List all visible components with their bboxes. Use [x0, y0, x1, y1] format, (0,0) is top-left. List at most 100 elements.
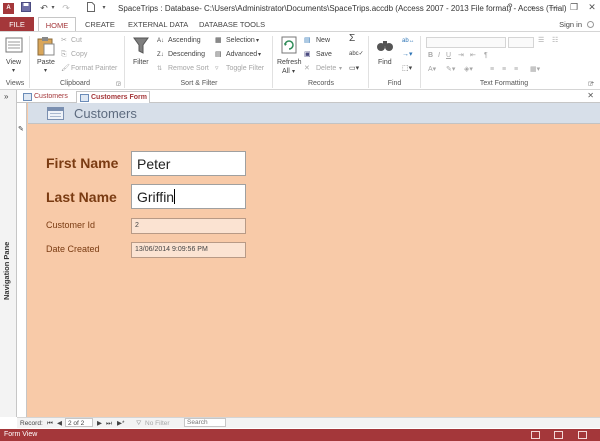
- numbering-icon[interactable]: ☷: [552, 36, 558, 46]
- new-record-icon[interactable]: ▤: [304, 36, 311, 46]
- ltr-icon[interactable]: ¶: [484, 51, 488, 61]
- close-document-icon[interactable]: ✕: [587, 91, 594, 100]
- remove-sort-icon[interactable]: ⇅: [157, 64, 162, 74]
- undo-icon[interactable]: ↶: [38, 2, 50, 15]
- font-size-combobox[interactable]: [508, 37, 534, 48]
- paste-icon[interactable]: [37, 36, 55, 56]
- expand-nav-pane-icon[interactable]: »: [4, 92, 8, 101]
- new-record-nav-button[interactable]: ▶*: [117, 419, 125, 428]
- new-document-icon[interactable]: [85, 2, 97, 15]
- advanced-dropdown-icon[interactable]: ▾: [258, 50, 261, 60]
- paste-dropdown-icon[interactable]: ▾: [44, 66, 47, 76]
- tab-home[interactable]: HOME: [38, 17, 76, 32]
- select-icon[interactable]: ⬚▾: [402, 64, 412, 74]
- format-painter-button[interactable]: Format Painter: [71, 64, 117, 74]
- advanced-button[interactable]: Advanced: [226, 50, 257, 60]
- align-left-icon[interactable]: ≡: [490, 65, 494, 75]
- align-center-icon[interactable]: ≡: [502, 65, 506, 75]
- clipboard-launcher-icon[interactable]: ◲: [116, 79, 121, 89]
- undo-dropdown-icon[interactable]: ▾: [50, 2, 56, 15]
- bullets-icon[interactable]: ☰: [538, 36, 544, 46]
- close-button[interactable]: ✕: [580, 0, 600, 14]
- copy-icon[interactable]: ⎘: [61, 50, 67, 60]
- go-to-icon[interactable]: →▾: [402, 50, 413, 60]
- save-record-icon[interactable]: ▣: [304, 50, 311, 60]
- bold-icon[interactable]: B: [428, 51, 433, 61]
- gridlines-icon[interactable]: ▦▾: [530, 65, 540, 75]
- advanced-icon[interactable]: ▤: [215, 50, 222, 60]
- filter-button[interactable]: Filter: [133, 58, 149, 68]
- descending-button[interactable]: Descending: [168, 50, 205, 60]
- font-color-icon[interactable]: A▾: [428, 65, 436, 75]
- sort-descending-icon[interactable]: Z↓: [157, 50, 164, 60]
- find-button[interactable]: Find: [378, 58, 392, 68]
- first-record-button[interactable]: ⏮: [47, 419, 53, 428]
- replace-icon[interactable]: ab↔: [402, 36, 415, 46]
- toggle-filter-icon[interactable]: ▿: [215, 64, 219, 74]
- tab-external-data[interactable]: EXTERNAL DATA: [122, 17, 194, 32]
- filter-status[interactable]: No Filter: [145, 419, 170, 428]
- first-name-field[interactable]: Peter: [131, 151, 246, 176]
- highlight-icon[interactable]: ✎▾: [446, 65, 455, 75]
- next-record-button[interactable]: ▶: [97, 419, 102, 428]
- cut-button[interactable]: Cut: [71, 36, 82, 46]
- view-dropdown-icon[interactable]: ▾: [12, 66, 15, 76]
- current-record-field[interactable]: 2 of 2: [65, 418, 93, 427]
- delete-record-icon[interactable]: ✕: [304, 64, 310, 74]
- record-selector[interactable]: ✎: [17, 103, 27, 417]
- binoculars-icon[interactable]: [376, 38, 394, 52]
- redo-icon[interactable]: ↷: [60, 2, 72, 15]
- refresh-dropdown-icon[interactable]: ▾: [292, 67, 295, 77]
- view-icon[interactable]: [5, 37, 23, 53]
- last-name-field[interactable]: Griffin: [131, 184, 246, 209]
- save-icon[interactable]: [20, 2, 32, 15]
- copy-button[interactable]: Copy: [71, 50, 87, 60]
- design-view-icon[interactable]: [578, 431, 587, 439]
- tab-file[interactable]: FILE: [0, 17, 34, 32]
- underline-icon[interactable]: U: [446, 51, 451, 61]
- remove-sort-button[interactable]: Remove Sort: [168, 64, 209, 74]
- filter-icon[interactable]: [133, 36, 149, 56]
- ascending-button[interactable]: Ascending: [168, 36, 201, 46]
- help-button[interactable]: ?: [498, 0, 522, 14]
- toggle-filter-button[interactable]: Toggle Filter: [226, 64, 264, 74]
- italic-icon[interactable]: I: [438, 51, 440, 61]
- record-search-input[interactable]: [184, 418, 226, 427]
- selection-icon[interactable]: ▦: [215, 36, 222, 46]
- totals-icon[interactable]: Σ: [349, 34, 355, 44]
- refresh-icon[interactable]: [281, 36, 297, 54]
- fill-color-icon[interactable]: ◈▾: [464, 65, 473, 75]
- last-record-button[interactable]: ⏭: [106, 419, 112, 428]
- tab-customers-table[interactable]: Customers: [20, 91, 72, 103]
- selection-button[interactable]: Selection: [226, 36, 255, 46]
- ribbon-display-icon[interactable]: ▫: [520, 0, 544, 14]
- new-record-button[interactable]: New: [316, 36, 330, 46]
- date-created-field[interactable]: 13/06/2014 9:09:56 PM: [131, 242, 246, 258]
- save-record-button[interactable]: Save: [316, 50, 332, 60]
- delete-record-button[interactable]: Delete: [316, 64, 336, 74]
- outdent-icon[interactable]: ⇤: [470, 51, 476, 61]
- tab-create[interactable]: CREATE: [79, 17, 121, 32]
- font-name-combobox[interactable]: [426, 37, 506, 48]
- format-painter-icon[interactable]: 🖌: [61, 64, 70, 74]
- spelling-icon[interactable]: abc✓: [349, 49, 364, 59]
- previous-record-button[interactable]: ◀: [57, 419, 62, 428]
- cut-icon[interactable]: ✂: [61, 36, 67, 46]
- selection-dropdown-icon[interactable]: ▾: [256, 36, 259, 46]
- customer-id-field[interactable]: 2: [131, 218, 246, 234]
- sign-in-link[interactable]: Sign in: [559, 20, 582, 29]
- navigation-pane-label[interactable]: Navigation Pane: [2, 242, 11, 300]
- indent-icon[interactable]: ⇥: [458, 51, 464, 61]
- align-right-icon[interactable]: ≡: [514, 65, 518, 75]
- tab-database-tools[interactable]: DATABASE TOOLS: [193, 17, 271, 32]
- form-view-icon[interactable]: [531, 431, 540, 439]
- navigation-pane[interactable]: » Navigation Pane: [0, 90, 17, 417]
- refresh-all-label[interactable]: All: [282, 67, 290, 77]
- layout-view-icon[interactable]: [554, 431, 563, 439]
- customize-toolbar-icon[interactable]: ▾: [100, 2, 108, 15]
- collapse-ribbon-icon[interactable]: ⌃: [590, 80, 595, 90]
- sort-ascending-icon[interactable]: A↓: [157, 36, 164, 46]
- more-records-icon[interactable]: ▭▾: [349, 64, 359, 74]
- tab-customers-form[interactable]: Customers Form: [76, 91, 150, 103]
- delete-dropdown-icon[interactable]: ▾: [339, 64, 342, 74]
